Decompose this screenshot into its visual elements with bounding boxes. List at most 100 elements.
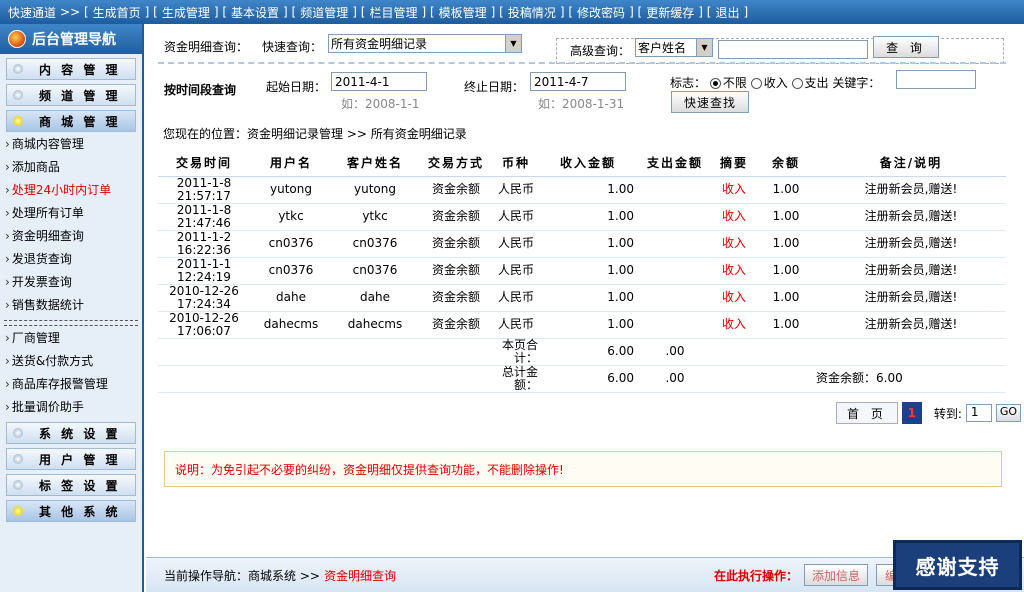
advanced-search-input[interactable] [718,40,868,59]
table-cell-note: 注册新会员,赠送! [816,230,1006,258]
fast-search-button[interactable]: 快速查找 [671,91,749,113]
table-cell-out [638,203,712,231]
quick-query-value: 所有资金明细记录 [331,37,428,51]
radio-expense-label: 支出 [804,76,829,90]
table-cell-time: 2010-12-26 17:24:34 [158,284,250,312]
table-cell-name: dahe [332,284,418,312]
arrow-right-icon: › [5,159,10,174]
table-cell-note: 注册新会员,赠送! [816,284,1006,312]
sidebar-section[interactable]: 频 道 管 理 [6,84,136,106]
top-nav-item[interactable]: 快速通道 [8,4,56,21]
table-cell-time: 2011-1-8 21:57:17 [158,176,250,204]
keyword-label: 关键字： [832,76,881,90]
sidebar-section[interactable]: 内 容 管 理 [6,58,136,80]
sidebar-section-label: 内 容 管 理 [39,62,121,77]
radio-all-label: 不限 [722,76,747,90]
quick-query-select[interactable]: 所有资金明细记录 ▼ [328,34,522,53]
table-cell-income: 1.00 [538,230,638,258]
add-info-button[interactable]: 添加信息 [804,564,868,586]
total-expense: .00 [638,338,712,366]
sidebar-item-label: 资金明细查询 [11,229,84,243]
table-cell-out [638,284,712,312]
sidebar-section[interactable]: 系 统 设 置 [6,422,136,444]
table-header: 备注/说明 [816,150,1006,177]
sidebar-item[interactable]: › 处理所有订单 [0,201,142,224]
top-nav-item[interactable]: 生成管理 [162,4,210,21]
sidebar-item[interactable]: › 开发票查询 [0,270,142,293]
table-cell-out [638,230,712,258]
sidebar-item[interactable]: › 添加商品 [0,155,142,178]
sidebar-item[interactable]: › 商品库存报警管理 [0,372,142,395]
table-total-row: 总计金额： 6.00.00 资金余额：6.00 [158,365,1006,393]
table-row: 2011-1-8 21:57:17 yutong yutong 资金余额 人民币 1.00… [158,176,1006,204]
exec-label: 在此执行操作： [714,568,799,583]
total-expense: .00 [638,365,712,393]
date-query-title: 按时间段查询 [164,83,237,97]
thanks-banner: 感谢支持 [893,540,1022,590]
sidebar-item-label: 商品库存报警管理 [11,377,108,391]
top-nav-item[interactable]: 模板管理 [439,4,487,21]
chevron-down-icon: ▼ [696,39,712,56]
sidebar-section[interactable]: 用 户 管 理 [6,448,136,470]
table-cell-currency: 人民币 [494,257,538,285]
total-balance [756,338,1006,366]
table-cell-summary: 收入 [712,284,756,312]
top-nav-item[interactable]: 频道管理 [300,4,348,21]
sidebar-item-label: 商城内容管理 [11,137,84,151]
pagination: 首 页 1 转到: 1 GO [836,402,1022,424]
arrow-right-icon: › [5,182,10,197]
table-cell-user: yutong [250,176,332,204]
keyword-input[interactable] [896,70,976,89]
query-button[interactable]: 查 询 [873,36,939,58]
nav-bracket: ] [ [629,5,643,19]
sidebar-item[interactable]: › 商城内容管理 [0,132,142,155]
advanced-field-value: 客户姓名 [638,41,687,55]
chevron-down-icon: ▼ [505,35,521,52]
sidebar-item[interactable]: › 批量调价助手 [0,395,142,418]
sidebar-item[interactable]: › 处理24小时内订单 [0,178,142,201]
table-cell-currency: 人民币 [494,284,538,312]
top-nav-item[interactable]: 基本设置 [231,4,279,21]
start-date-input[interactable]: 2011-4-1 [331,72,427,91]
end-date-input[interactable]: 2011-4-7 [530,72,626,91]
table-row: 2010-12-26 17:24:34 dahe dahe 资金余额 人民币 1.00 收入… [158,284,1006,312]
top-nav-bar: 快速通道 >> [生成首页] [生成管理] [基本设置] [频道管理] [栏目管理… [0,0,1024,24]
total-spacer [712,338,756,366]
operation-nav-current[interactable]: 资金明细查询 [324,567,396,584]
sidebar-item[interactable]: › 资金明细查询 [0,224,142,247]
table-cell-user: cn0376 [250,230,332,258]
arrow-right-icon: › [5,399,10,414]
top-nav-item[interactable]: 生成首页 [93,4,141,21]
top-nav-item[interactable]: 修改密码 [577,4,625,21]
top-nav-item[interactable]: 更新缓存 [646,4,694,21]
top-nav-item[interactable]: 栏目管理 [369,4,417,21]
table-cell-balance: 1.00 [756,176,816,204]
advanced-field-select[interactable]: 客户姓名 ▼ [635,38,713,57]
table-cell-time: 2011-1-2 16:22:36 [158,230,250,258]
radio-all[interactable] [709,78,721,89]
sidebar-section-label: 标 签 设 置 [39,478,121,493]
sidebar-section[interactable]: 其 他 系 统 [6,500,136,522]
table-cell-name: cn0376 [332,230,418,258]
radio-expense[interactable] [791,78,803,89]
first-page-button[interactable]: 首 页 [836,402,898,424]
sidebar-section[interactable]: 标 签 设 置 [6,474,136,496]
sidebar-item[interactable]: › 发退货查询 [0,247,142,270]
sidebar-item[interactable]: › 销售数据统计 [0,293,142,316]
top-nav-item[interactable]: 投稿情况 [508,4,556,21]
current-page[interactable]: 1 [901,402,922,424]
arrow-right-icon: › [5,297,10,312]
sidebar-section[interactable]: 商 城 管 理 [6,110,136,132]
table-cell-time: 2011-1-1 12:24:19 [158,257,250,285]
top-nav-item[interactable]: 退出 [715,4,739,21]
sidebar-item[interactable]: › 厂商管理 [0,326,142,349]
table-cell-name: cn0376 [332,257,418,285]
table-cell-out [638,176,712,204]
goto-page-input[interactable]: 1 [965,404,992,422]
radio-income[interactable] [750,78,762,89]
sidebar-item[interactable]: › 送货&付款方式 [0,349,142,372]
go-button[interactable]: GO [995,404,1022,422]
notice-box: 说明：为免引起不必要的纠纷，资金明细仅提供查询功能，不能删除操作! [164,451,1002,487]
table-cell-user: dahe [250,284,332,312]
table-cell-name: dahecms [332,311,418,339]
